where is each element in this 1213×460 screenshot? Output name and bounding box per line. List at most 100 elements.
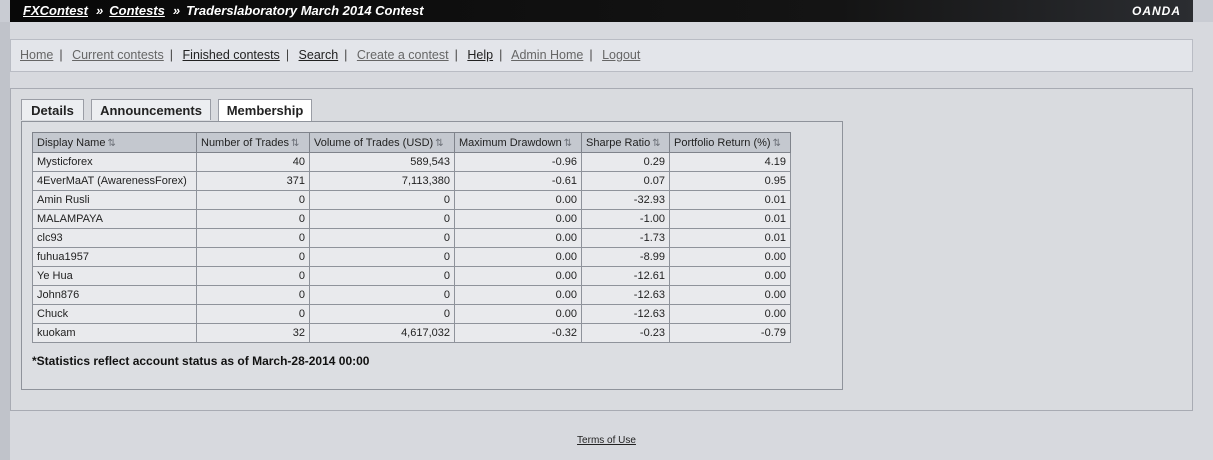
page-background: Home | Current contests | Finished contest…	[0, 22, 1213, 460]
column-header-sharpe-ratio[interactable]: Sharpe Ratio ⇅	[581, 132, 670, 153]
table-row: John876 0 0 0.00 -12.63 0.00	[32, 285, 791, 305]
table-row: Amin Rusli 0 0 0.00 -32.93 0.01	[32, 190, 791, 210]
column-header-volume-of-trades[interactable]: Volume of Trades (USD) ⇅	[309, 132, 455, 153]
value-cell: 0.01	[669, 190, 791, 210]
value-cell: 0	[309, 228, 455, 248]
value-cell: 0.29	[581, 152, 670, 172]
value-cell: -0.96	[454, 152, 582, 172]
sort-icon[interactable]: ⇅	[435, 138, 444, 149]
column-header-portfolio-return[interactable]: Portfolio Return (%) ⇅	[669, 132, 791, 153]
sort-icon[interactable]: ⇅	[291, 138, 300, 149]
value-cell: 0.00	[669, 285, 791, 305]
value-cell: 0	[196, 266, 310, 286]
column-header-maximum-drawdown[interactable]: Maximum Drawdown ⇅	[454, 132, 582, 153]
footer: Terms of Use	[0, 435, 1213, 446]
value-cell: 32	[196, 323, 310, 343]
value-cell: -0.23	[581, 323, 670, 343]
table-body: Mysticforex 40 589,543 -0.96 0.29 4.19 4EverMa…	[32, 152, 791, 343]
table-row: fuhua1957 0 0 0.00 -8.99 0.00	[32, 247, 791, 267]
value-cell: -1.73	[581, 228, 670, 248]
value-cell: 0	[309, 285, 455, 305]
display-name-cell: fuhua1957	[32, 247, 197, 267]
value-cell: 0	[309, 247, 455, 267]
value-cell: 0	[309, 209, 455, 229]
display-name-cell: clc93	[32, 228, 197, 248]
value-cell: 0	[309, 304, 455, 324]
value-cell: 0.01	[669, 228, 791, 248]
column-header-number-of-trades[interactable]: Number of Trades ⇅	[196, 132, 310, 153]
value-cell: 0.00	[669, 266, 791, 286]
display-name-cell: Chuck	[32, 304, 197, 324]
terms-of-use-link[interactable]: Terms of Use	[577, 435, 636, 446]
display-name-cell: MALAMPAYA	[32, 209, 197, 229]
value-cell: -0.79	[669, 323, 791, 343]
left-edge	[0, 22, 10, 460]
value-cell: -1.00	[581, 209, 670, 229]
display-name-cell: Amin Rusli	[32, 190, 197, 210]
value-cell: 0.00	[454, 228, 582, 248]
value-cell: 0	[196, 247, 310, 267]
nav-home-link[interactable]: Home	[20, 48, 53, 62]
sort-icon[interactable]: ⇅	[564, 138, 573, 149]
nav-finished-contests-link[interactable]: Finished contests	[183, 48, 280, 62]
value-cell: 0.00	[454, 266, 582, 286]
tab-membership[interactable]: Membership	[218, 99, 312, 123]
display-name-cell: kuokam	[32, 323, 197, 343]
display-name-cell: 4EverMaAT (AwarenessForex)	[32, 171, 197, 191]
oanda-logo: OANDA	[1132, 4, 1181, 18]
value-cell: 40	[196, 152, 310, 172]
table-row: kuokam 32 4,617,032 -0.32 -0.23 -0.79	[32, 323, 791, 343]
value-cell: -12.63	[581, 285, 670, 305]
value-cell: 0.00	[454, 209, 582, 229]
value-cell: 0	[196, 304, 310, 324]
table-row: 4EverMaAT (AwarenessForex) 371 7,113,380 -0…	[32, 171, 791, 191]
nav-help-link[interactable]: Help	[467, 48, 493, 62]
column-header-display-name[interactable]: Display Name ⇅	[32, 132, 197, 153]
membership-table: Display Name ⇅ Number of Trades ⇅ Volume o…	[32, 132, 791, 343]
nav-search-link[interactable]: Search	[299, 48, 339, 62]
breadcrumb-fxcontest-link[interactable]: FXContest	[23, 3, 88, 18]
value-cell: -0.61	[454, 171, 582, 191]
table-row: Mysticforex 40 589,543 -0.96 0.29 4.19	[32, 152, 791, 172]
statistics-footnote: *Statistics reflect account status as of…	[32, 354, 370, 368]
value-cell: 0.95	[669, 171, 791, 191]
table-row: MALAMPAYA 0 0 0.00 -1.00 0.01	[32, 209, 791, 229]
membership-panel: Display Name ⇅ Number of Trades ⇅ Volume o…	[21, 121, 843, 390]
value-cell: 0.00	[454, 190, 582, 210]
nav-logout-link[interactable]: Logout	[602, 48, 640, 62]
main-nav: Home | Current contests | Finished contest…	[10, 39, 1193, 72]
value-cell: 371	[196, 171, 310, 191]
nav-current-contests-link[interactable]: Current contests	[72, 48, 164, 62]
display-name-cell: Ye Hua	[32, 266, 197, 286]
value-cell: 0	[196, 190, 310, 210]
value-cell: 0	[196, 209, 310, 229]
sort-icon[interactable]: ⇅	[652, 138, 661, 149]
value-cell: 0	[196, 228, 310, 248]
value-cell: 4.19	[669, 152, 791, 172]
value-cell: 7,113,380	[309, 171, 455, 191]
table-row: Ye Hua 0 0 0.00 -12.61 0.00	[32, 266, 791, 286]
breadcrumb-contests-link[interactable]: Contests	[109, 3, 165, 18]
value-cell: 0.00	[669, 247, 791, 267]
header-breadcrumb-bar: FXContest» Contests» Traderslaboratory Mar…	[10, 0, 1193, 22]
value-cell: -12.63	[581, 304, 670, 324]
nav-admin-home-link[interactable]: Admin Home	[511, 48, 583, 62]
value-cell: -12.61	[581, 266, 670, 286]
value-cell: 0	[309, 266, 455, 286]
display-name-cell: John876	[32, 285, 197, 305]
value-cell: -8.99	[581, 247, 670, 267]
nav-create-contest-link[interactable]: Create a contest	[357, 48, 449, 62]
value-cell: 4,617,032	[309, 323, 455, 343]
tab-announcements[interactable]: Announcements	[91, 99, 211, 120]
value-cell: 0	[196, 285, 310, 305]
value-cell: 0.00	[454, 247, 582, 267]
value-cell: 0	[309, 190, 455, 210]
sort-icon[interactable]: ⇅	[773, 138, 782, 149]
value-cell: 0.07	[581, 171, 670, 191]
sort-icon[interactable]: ⇅	[107, 138, 116, 149]
tab-details[interactable]: Details	[21, 99, 84, 120]
value-cell: 0.00	[669, 304, 791, 324]
table-row: Chuck 0 0 0.00 -12.63 0.00	[32, 304, 791, 324]
value-cell: 589,543	[309, 152, 455, 172]
breadcrumb-current-contest: Traderslaboratory March 2014 Contest	[186, 3, 424, 18]
